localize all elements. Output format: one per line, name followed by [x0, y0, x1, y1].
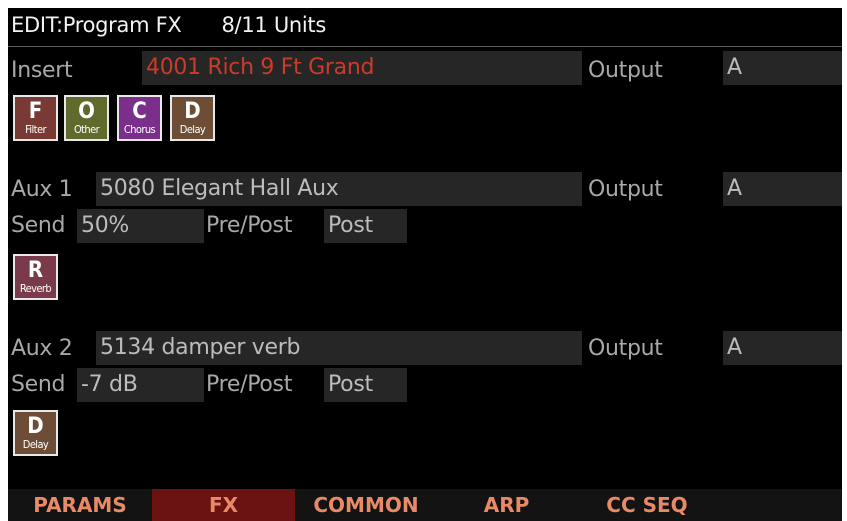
aux1-prepost-field[interactable]: Post — [324, 209, 407, 243]
tab-empty[interactable] — [718, 489, 842, 521]
block-letter: C — [132, 99, 147, 124]
delay-block-icon[interactable]: D Delay — [170, 95, 215, 141]
header-divider — [8, 46, 842, 47]
block-letter: R — [27, 258, 44, 283]
other-block-icon[interactable]: O Other — [64, 95, 109, 141]
aux2-prepost-field[interactable]: Post — [324, 368, 407, 402]
aux1-prepost-label: Pre/Post — [206, 213, 293, 238]
delay-block-icon[interactable]: D Delay — [13, 410, 58, 456]
insert-output-label: Output — [588, 58, 663, 83]
header: EDIT:Program FX 8/11 Units — [11, 13, 326, 37]
block-letter: D — [27, 414, 44, 439]
aux2-label: Aux 2 — [11, 336, 73, 361]
aux2-send-label: Send — [11, 372, 66, 397]
block-letter: O — [78, 99, 95, 124]
reverb-block-icon[interactable]: R Reverb — [13, 254, 58, 300]
aux2-effect-field[interactable]: 5134 damper verb — [96, 331, 582, 365]
filter-block-icon[interactable]: F Filter — [13, 95, 58, 141]
units-counter: 8/11 Units — [221, 13, 327, 37]
block-name: Filter — [25, 123, 46, 136]
aux1-output-label: Output — [588, 177, 663, 202]
block-letter: F — [28, 99, 43, 124]
aux1-label: Aux 1 — [11, 177, 73, 202]
aux1-send-label: Send — [11, 213, 66, 238]
aux1-effect-field[interactable]: 5080 Elegant Hall Aux — [96, 172, 582, 206]
block-name: Delay — [179, 123, 206, 136]
insert-effect-field[interactable]: 4001 Rich 9 Ft Grand — [142, 51, 582, 85]
page-title: EDIT:Program FX — [11, 13, 182, 37]
insert-label: Insert — [11, 58, 73, 83]
insert-output-field[interactable]: A — [723, 51, 842, 85]
tab-cc-seq[interactable]: CC SEQ — [576, 489, 718, 521]
tab-common[interactable]: COMMON — [295, 489, 437, 521]
block-name: Chorus — [123, 123, 156, 136]
aux2-send-field[interactable]: -7 dB — [77, 368, 204, 402]
aux1-send-field[interactable]: 50% — [77, 209, 204, 243]
chorus-block-icon[interactable]: C Chorus — [117, 95, 162, 141]
block-name: Reverb — [19, 282, 52, 295]
block-letter: D — [184, 99, 201, 124]
tab-arp[interactable]: ARP — [437, 489, 576, 521]
aux2-prepost-label: Pre/Post — [206, 372, 293, 397]
aux2-output-field[interactable]: A — [723, 331, 842, 365]
soft-button-tabs: PARAMS FX COMMON ARP CC SEQ — [8, 489, 842, 521]
block-name: Other — [73, 123, 100, 136]
tab-fx[interactable]: FX — [152, 489, 295, 521]
block-name: Delay — [22, 438, 49, 451]
aux2-output-label: Output — [588, 336, 663, 361]
tab-params[interactable]: PARAMS — [8, 489, 152, 521]
program-fx-screen: EDIT:Program FX 8/11 Units Insert 4001 Ri… — [8, 8, 842, 521]
aux1-output-field[interactable]: A — [723, 172, 842, 206]
